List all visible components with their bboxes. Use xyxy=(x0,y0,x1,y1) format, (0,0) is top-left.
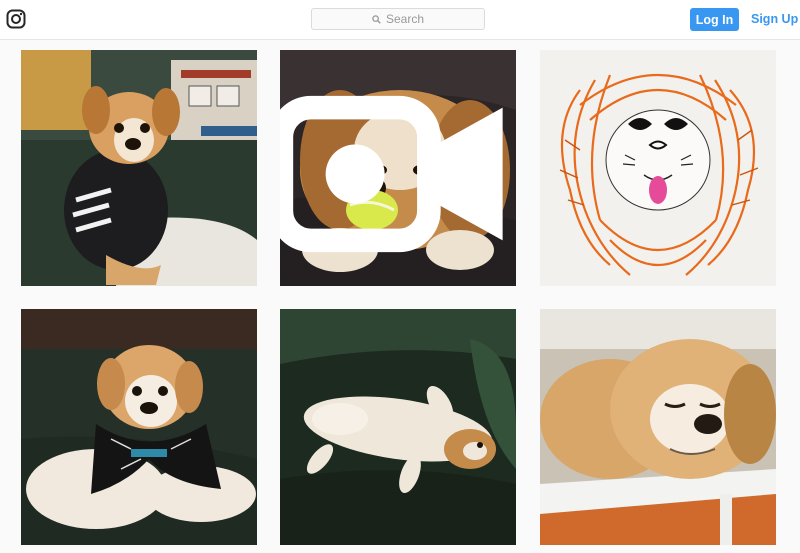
post-4-image xyxy=(21,309,257,545)
log-in-button[interactable]: Log In xyxy=(690,8,739,31)
post-2[interactable] xyxy=(280,50,516,286)
sign-up-link[interactable]: Sign Up xyxy=(751,12,798,26)
post-4[interactable] xyxy=(21,309,257,545)
post-1[interactable] xyxy=(21,50,257,286)
video-camera-icon xyxy=(280,95,503,253)
post-6[interactable] xyxy=(540,309,776,545)
post-3-image xyxy=(540,50,776,286)
search-input[interactable]: Search xyxy=(311,8,485,30)
post-3[interactable] xyxy=(540,50,776,286)
instagram-camera-icon[interactable] xyxy=(6,9,26,29)
post-6-image xyxy=(540,309,776,545)
top-navigation-bar: Search Log In Sign Up xyxy=(0,0,800,40)
post-5[interactable] xyxy=(280,309,516,545)
post-5-image xyxy=(280,309,516,545)
post-1-image xyxy=(21,50,257,286)
search-placeholder: Search xyxy=(385,12,425,26)
search-icon xyxy=(372,14,381,24)
